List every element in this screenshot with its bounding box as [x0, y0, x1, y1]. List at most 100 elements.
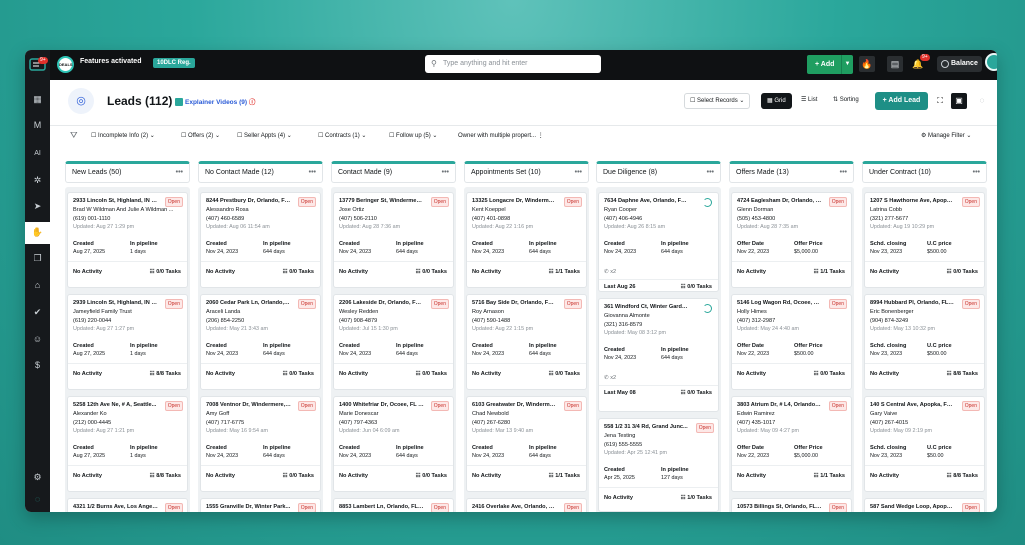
add-button[interactable]: + Add ▼: [807, 55, 853, 74]
card-tasks[interactable]: ☷ 0/0 Tasks: [814, 371, 845, 377]
lead-card[interactable]: 4321 1/2 Burns Ave, Los Angel... Open: [67, 498, 188, 512]
card-phone[interactable]: (619) 001-1110: [73, 216, 110, 222]
compact-view-icon[interactable]: ▣: [951, 93, 967, 109]
card-phone[interactable]: (407) 435-1017: [737, 420, 775, 426]
card-phone[interactable]: (407) 267-6280: [472, 420, 510, 426]
card-phone[interactable]: (206) 854-2250: [206, 318, 244, 324]
card-address[interactable]: 2933 Lincoln St, Highland, IN 4...: [73, 198, 158, 204]
lead-card[interactable]: 6103 Greatwater Dr, Windermere... Open Cha…: [466, 396, 587, 492]
card-address[interactable]: 1555 Granville Dr, Winter Park...: [206, 504, 291, 510]
card-tasks[interactable]: ☷ 0/0 Tasks: [416, 371, 447, 377]
select-records-button[interactable]: ☐ Select Records ⌄: [684, 93, 751, 109]
last-contact[interactable]: Last May 08: [604, 390, 636, 396]
card-tasks[interactable]: ☷ 1/1 Tasks: [549, 473, 580, 479]
card-address[interactable]: 4321 1/2 Burns Ave, Los Angel...: [73, 504, 158, 510]
list-view-button[interactable]: ☰ List: [796, 93, 823, 109]
card-phone[interactable]: (505) 453-4800: [737, 216, 775, 222]
card-phone[interactable]: (407) 401-0898: [472, 216, 510, 222]
lead-card[interactable]: 7008 Ventnor Dr, Windermere, ... Open Amy …: [200, 396, 321, 492]
card-address[interactable]: 5146 Log Wagon Rd, Ocoee, FL ...: [737, 300, 822, 306]
filter-follow-up[interactable]: ☐ Follow up (5) ⌄: [389, 132, 437, 139]
card-tasks[interactable]: ☷ 0/0 Tasks: [283, 473, 314, 479]
lead-card[interactable]: 3803 Atrium Dr, # L4, Orlando, ... Open Ed…: [731, 396, 852, 492]
help-icon[interactable]: ◌: [974, 93, 990, 109]
more-options-icon[interactable]: •••: [176, 164, 183, 182]
card-phone[interactable]: (619) 220-0044: [73, 318, 111, 324]
column-header[interactable]: Under Contract (10) •••: [862, 161, 987, 183]
lead-card[interactable]: 140 S Central Ave, Apopka, FL ... Open Gar…: [864, 396, 985, 492]
card-tasks[interactable]: ☷ 0/0 Tasks: [549, 371, 580, 377]
card-address[interactable]: 8853 Lambert Ln, Orlando, FL ...: [339, 504, 424, 510]
expand-icon[interactable]: ⛶: [932, 93, 948, 109]
lead-card[interactable]: 558 1/2 31 3/4 Rd, Grand Junc... Open Jena…: [598, 418, 719, 512]
card-phone[interactable]: (321) 316-8579: [604, 322, 642, 328]
lead-card[interactable]: 13779 Beringer St, Windermere... Open Jose…: [333, 192, 454, 288]
filter-incomplete-info[interactable]: ☐ Incomplete Info (2) ⌄: [91, 132, 155, 139]
more-options-icon[interactable]: •••: [840, 164, 847, 182]
explainer-videos-link[interactable]: Explainer Videos (9) ⓘ: [175, 96, 255, 107]
card-tasks[interactable]: ☷ 0/0 Tasks: [681, 390, 712, 396]
lead-card[interactable]: 361 Windford Ct, Winter Garde... Giovanna…: [598, 298, 719, 412]
lead-card[interactable]: 1400 Whitefriar Dr, Ocoee, FL 3... Open Ma…: [333, 396, 454, 492]
card-tasks[interactable]: ☷ 8/8 Tasks: [947, 371, 978, 377]
card-address[interactable]: 8244 Prestbury Dr, Orlando, FL...: [206, 198, 291, 204]
filter-offers[interactable]: ☐ Offers (2) ⌄: [181, 132, 220, 139]
global-search-input[interactable]: ⚲ Type anything and hit enter: [425, 55, 601, 73]
lead-card[interactable]: 13325 Longacre Dr, Windermer... Open Kent …: [466, 192, 587, 288]
lead-card[interactable]: 5146 Log Wagon Rd, Ocoee, FL ... Open Holl…: [731, 294, 852, 390]
building-icon[interactable]: ▦: [31, 93, 44, 106]
card-tasks[interactable]: ☷ 1/1 Tasks: [814, 269, 845, 275]
card-phone[interactable]: (321) 277-5677: [870, 216, 908, 222]
megaphone-icon[interactable]: ➤: [31, 200, 44, 213]
features-badge-icon[interactable]: DEALS: [57, 56, 74, 73]
column-header[interactable]: New Leads (50) •••: [65, 161, 190, 183]
card-tasks[interactable]: ☷ 1/1 Tasks: [549, 269, 580, 275]
card-address[interactable]: 2416 Overlake Ave, Orlando, FL...: [472, 504, 557, 510]
card-address[interactable]: 558 1/2 31 3/4 Rd, Grand Junc...: [604, 424, 689, 430]
more-options-icon[interactable]: •••: [442, 164, 449, 182]
card-phone[interactable]: (212) 000-4445: [73, 420, 111, 426]
lead-card[interactable]: 5716 Bay Side Dr, Orlando, FL 3... Open Ro…: [466, 294, 587, 390]
last-contact[interactable]: Last Aug 26: [604, 284, 636, 290]
card-phone[interactable]: (407) 717-6775: [206, 420, 244, 426]
card-address[interactable]: 10573 Billings St, Orlando, FL 3...: [737, 504, 822, 510]
ai-icon[interactable]: AI: [31, 147, 44, 160]
card-phone[interactable]: (407) 506-2110: [339, 216, 377, 222]
card-phone[interactable]: (407) 908-4879: [339, 318, 377, 324]
lead-card[interactable]: 2933 Lincoln St, Highland, IN 4... Open Br…: [67, 192, 188, 288]
card-phone[interactable]: (407) 590-1488: [472, 318, 510, 324]
mail-icon[interactable]: M: [31, 119, 44, 132]
card-tasks[interactable]: ☷ 0/0 Tasks: [681, 284, 712, 290]
lead-card[interactable]: 2206 Lakeside Dr, Orlando, FL ... Open Wes…: [333, 294, 454, 390]
sidebar-item-leads-active[interactable]: ✋: [25, 222, 50, 244]
lead-card[interactable]: 10573 Billings St, Orlando, FL 3... Open: [731, 498, 852, 512]
manage-filter-button[interactable]: ⚙ Manage Filter ⌄: [921, 132, 971, 139]
card-phone[interactable]: (904) 874-3249: [870, 318, 908, 324]
card-tasks[interactable]: ☷ 8/8 Tasks: [947, 473, 978, 479]
settings-cog-icon[interactable]: ✲: [31, 174, 44, 187]
card-tasks[interactable]: ☷ 1/1 Tasks: [814, 473, 845, 479]
filter-owner-multiple[interactable]: Owner with multiple propert... ⋮: [458, 132, 544, 139]
home-icon[interactable]: ⌂: [31, 279, 44, 292]
filter-contracts[interactable]: ☐ Contracts (1) ⌄: [318, 132, 366, 139]
calendar-icon[interactable]: ▤: [887, 56, 903, 72]
column-header[interactable]: Appointments Set (10) •••: [464, 161, 589, 183]
sorting-button[interactable]: ⇅ Sorting: [828, 93, 864, 109]
column-header[interactable]: Contact Made (9) •••: [331, 161, 456, 183]
card-phone[interactable]: (407) 312-2987: [737, 318, 775, 324]
card-address[interactable]: 3803 Atrium Dr, # L4, Orlando, ...: [737, 402, 822, 408]
refresh-icon[interactable]: [703, 304, 712, 313]
card-address[interactable]: 13779 Beringer St, Windermere...: [339, 198, 424, 204]
lead-card[interactable]: 2416 Overlake Ave, Orlando, FL... Open: [466, 498, 587, 512]
lead-card[interactable]: 8244 Prestbury Dr, Orlando, FL... Open Ale…: [200, 192, 321, 288]
check-icon[interactable]: ✔: [31, 306, 44, 319]
card-address[interactable]: 587 Sand Wedge Loop, Apopka...: [870, 504, 955, 510]
card-address[interactable]: 4724 Eaglesham Dr, Orlando, F...: [737, 198, 822, 204]
lead-card[interactable]: 2060 Cedar Park Ln, Orlando, F... Open Ara…: [200, 294, 321, 390]
features-activated-label[interactable]: Features activated: [80, 58, 141, 65]
lead-card[interactable]: 8853 Lambert Ln, Orlando, FL ... Open: [333, 498, 454, 512]
lead-card[interactable]: 4724 Eaglesham Dr, Orlando, F... Open Glen…: [731, 192, 852, 288]
card-tasks[interactable]: ☷ 0/0 Tasks: [416, 473, 447, 479]
card-phone[interactable]: (407) 267-4015: [870, 420, 908, 426]
card-address[interactable]: 13325 Longacre Dr, Windermer...: [472, 198, 557, 204]
